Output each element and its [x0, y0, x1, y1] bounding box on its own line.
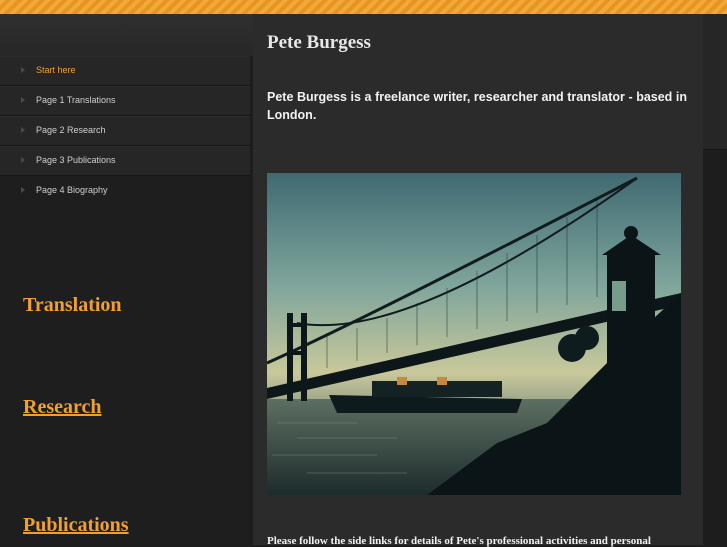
link-publications[interactable]: Publications — [23, 514, 129, 537]
bullet-icon — [21, 157, 25, 163]
bullet-icon — [21, 127, 25, 133]
intro-text: Pete Burgess is a freelance writer, rese… — [267, 90, 687, 122]
sidebar-nav: Start here Page 1 Translations Page 2 Re… — [0, 56, 250, 206]
nav-item-research[interactable]: Page 2 Research — [0, 116, 250, 146]
nav-item-publications[interactable]: Page 3 Publications — [0, 146, 250, 176]
heading-translation: Translation — [23, 294, 122, 316]
footer-text: Please follow the side links for details… — [267, 535, 651, 547]
right-header-band — [703, 14, 727, 150]
page-title: Pete Burgess — [267, 32, 371, 53]
nav-item-label: Page 2 Research — [36, 125, 106, 135]
bullet-icon — [21, 67, 25, 73]
bullet-icon — [21, 187, 25, 193]
nav-item-translations[interactable]: Page 1 Translations — [0, 86, 250, 116]
nav-item-label: Page 3 Publications — [36, 155, 116, 165]
nav-item-label: Page 4 Biography — [36, 185, 108, 195]
bridge-photo — [267, 173, 681, 495]
top-stripe-bar — [0, 0, 727, 14]
nav-item-start-here[interactable]: Start here — [0, 56, 250, 86]
nav-item-label: Page 1 Translations — [36, 95, 116, 105]
link-research[interactable]: Research — [23, 396, 102, 419]
nav-item-label: Start here — [36, 65, 76, 75]
main-content: Pete Burgess Pete Burgess is a freelance… — [253, 14, 703, 547]
bullet-icon — [21, 97, 25, 103]
sidebar: Start here Page 1 Translations Page 2 Re… — [0, 56, 250, 545]
nav-item-biography[interactable]: Page 4 Biography — [0, 176, 250, 206]
